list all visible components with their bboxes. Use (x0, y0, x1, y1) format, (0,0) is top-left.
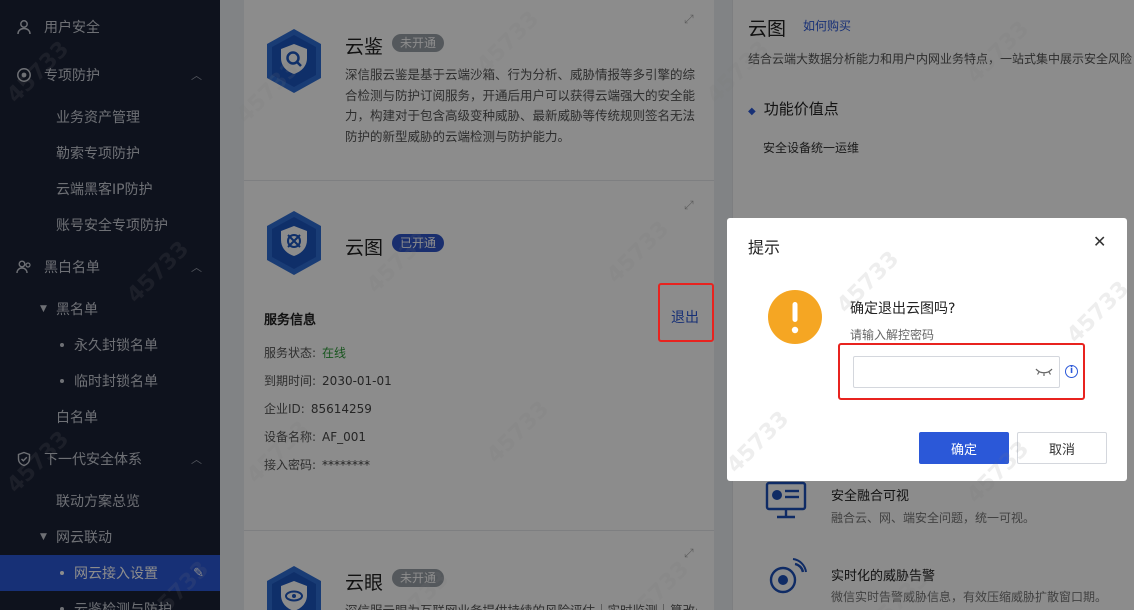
dialog-title: 提示 (748, 238, 781, 257)
password-input[interactable] (853, 356, 1060, 388)
confirm-button[interactable]: 确定 (919, 432, 1009, 464)
password-label: 请输入解控密码 (850, 328, 935, 342)
dialog-question: 确定退出云图吗? (850, 301, 956, 317)
cancel-button[interactable]: 取消 (1017, 432, 1107, 464)
eye-closed-icon[interactable] (1034, 363, 1054, 379)
close-icon[interactable]: ✕ (1093, 232, 1106, 251)
info-icon[interactable]: i (1065, 365, 1078, 378)
highlight-box-logout (658, 283, 714, 342)
confirm-dialog: 提示 ✕ 确定退出云图吗? 请输入解控密码 i 确定 取消 (727, 218, 1127, 481)
warning-icon (768, 290, 822, 344)
